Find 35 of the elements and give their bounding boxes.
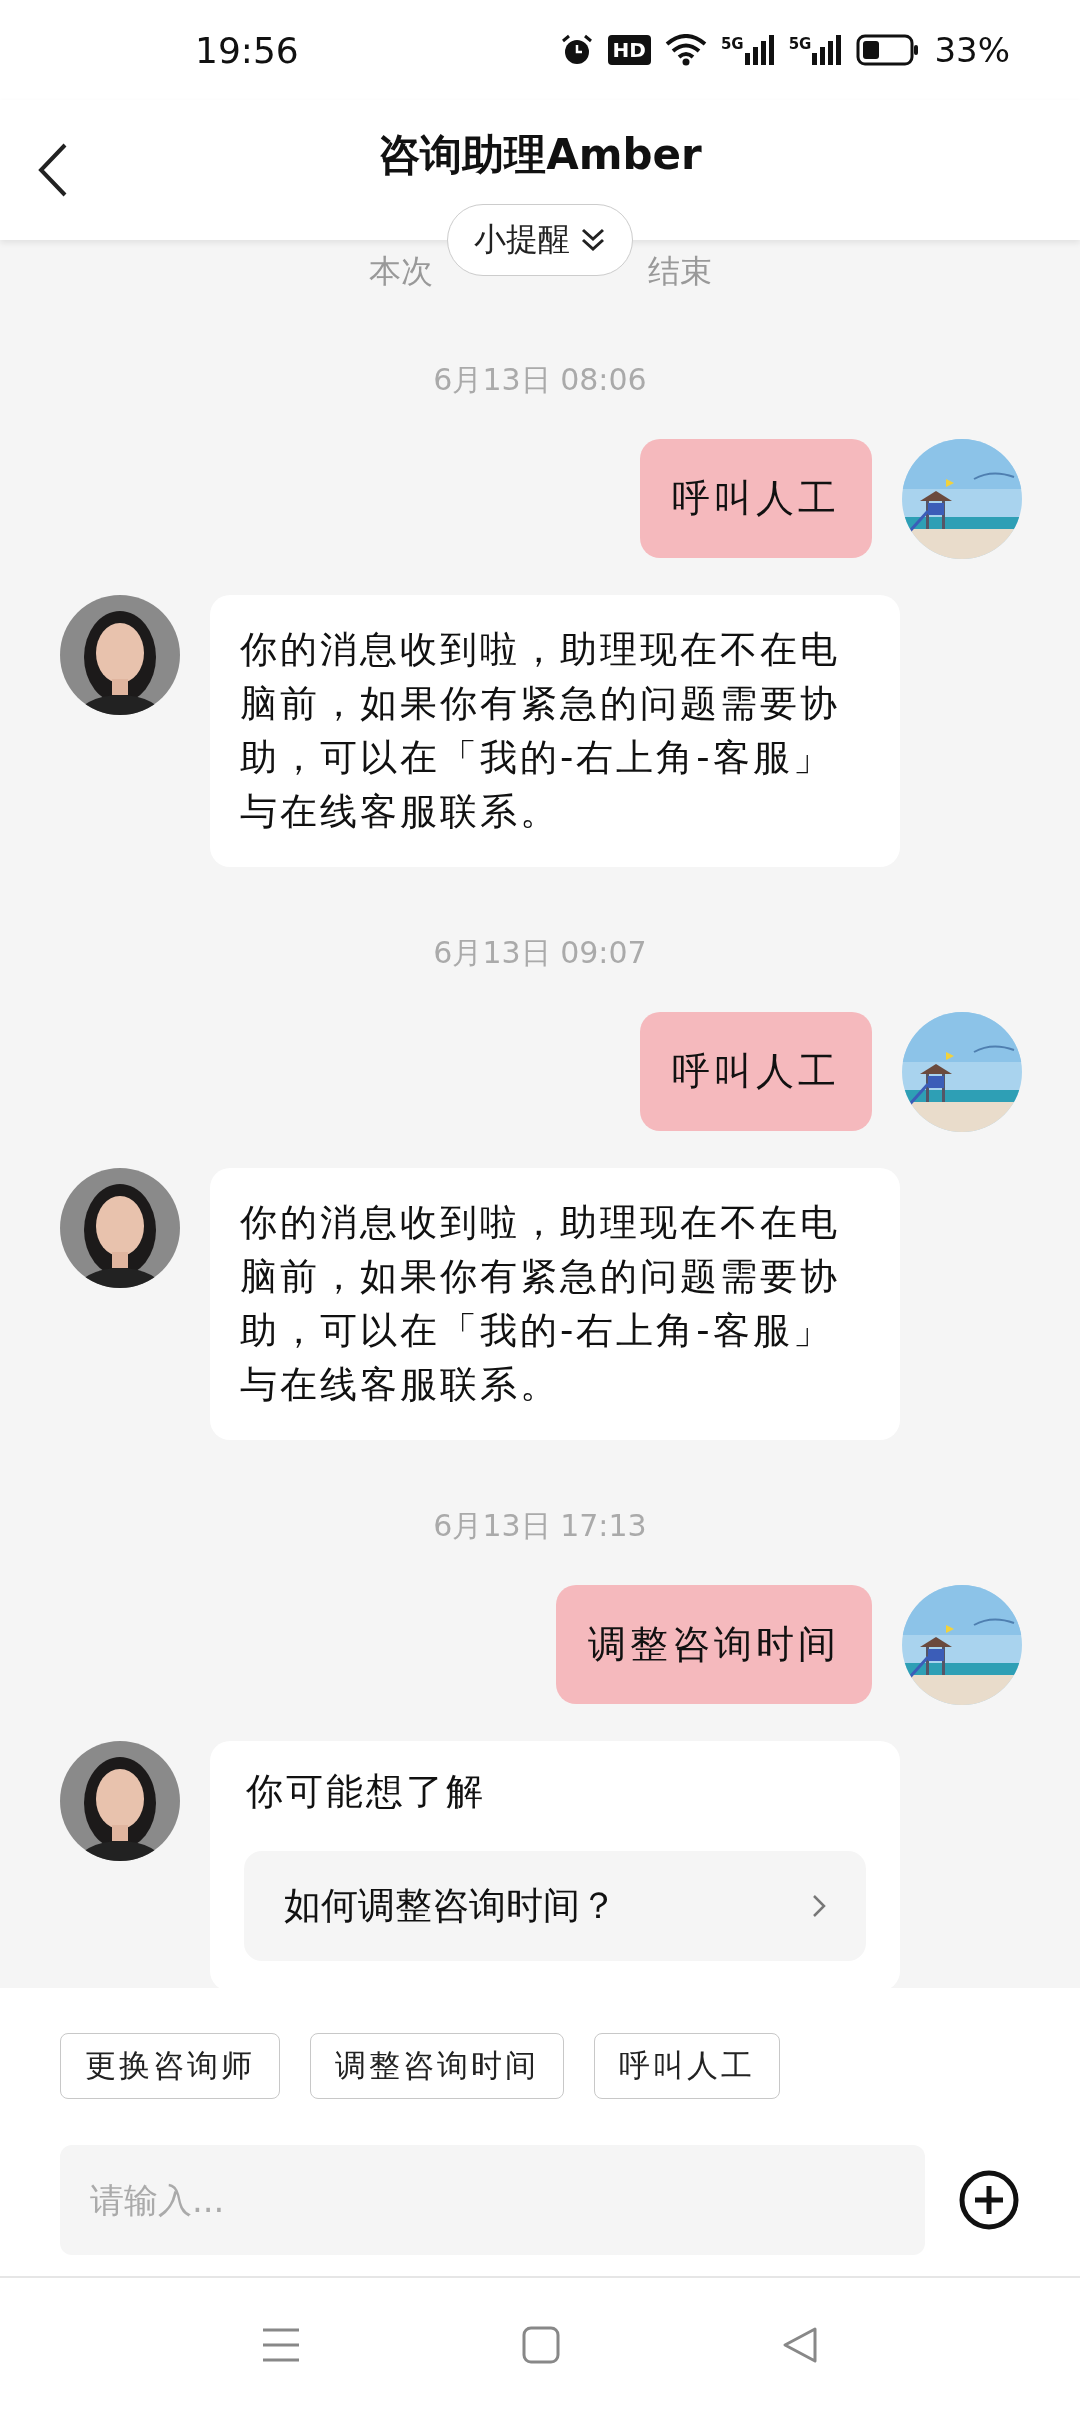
back-nav-icon[interactable] bbox=[781, 2326, 820, 2364]
message-input[interactable]: 请输入... bbox=[60, 2145, 925, 2255]
timestamp: 6月13日 17:13 bbox=[433, 1508, 647, 1543]
network-label: 5G bbox=[788, 35, 812, 53]
user-message: 调整咨询时间 bbox=[556, 1585, 872, 1704]
user-message: 呼叫人工 bbox=[640, 1012, 872, 1131]
quick-reply-button[interactable]: 更换咨询师 bbox=[60, 2033, 280, 2099]
battery-icon bbox=[856, 34, 921, 66]
battery-percent: 33% bbox=[934, 30, 1010, 70]
back-icon[interactable] bbox=[38, 142, 68, 198]
home-icon[interactable] bbox=[522, 2326, 560, 2364]
timestamp: 6月13日 09:07 bbox=[433, 935, 647, 970]
timestamp: 6月13日 08:06 bbox=[433, 362, 647, 397]
wifi-icon bbox=[664, 34, 707, 66]
bot-message: 你的消息收到啦，助理现在不在电脑前，如果你有紧急的问题需要协助，可以在「我的-右上角-客服」与在线客服联系。 bbox=[210, 595, 900, 867]
reminder-button[interactable]: 小提醒 bbox=[447, 204, 633, 276]
session-notice: 本次 bbox=[368, 251, 433, 292]
signal-icon bbox=[812, 35, 843, 65]
quick-reply-button[interactable]: 呼叫人工 bbox=[594, 2033, 780, 2099]
alarm-icon bbox=[559, 33, 594, 67]
status-time: 19:56 bbox=[195, 29, 299, 71]
session-notice: 结束 bbox=[647, 251, 712, 292]
add-icon[interactable] bbox=[958, 2169, 1020, 2231]
user-message: 呼叫人工 bbox=[640, 439, 872, 558]
chat-title: 咨询助理Amber bbox=[378, 129, 702, 181]
signal-icon bbox=[744, 35, 775, 65]
chevron-right-icon bbox=[812, 1894, 826, 1918]
hd-badge: HD bbox=[607, 35, 651, 65]
network-label: 5G bbox=[720, 35, 744, 53]
quick-reply-button[interactable]: 调整咨询时间 bbox=[310, 2033, 564, 2099]
suggestion-item[interactable]: 如何调整咨询时间？ bbox=[244, 1851, 866, 1961]
bot-message: 你的消息收到啦，助理现在不在电脑前，如果你有紧急的问题需要协助，可以在「我的-右上角-客服」与在线客服联系。 bbox=[210, 1168, 900, 1440]
suggestion-title: 你可能想了解 bbox=[246, 1769, 487, 1815]
chevron-down-icon bbox=[580, 227, 606, 253]
menu-icon[interactable] bbox=[260, 2327, 301, 2363]
